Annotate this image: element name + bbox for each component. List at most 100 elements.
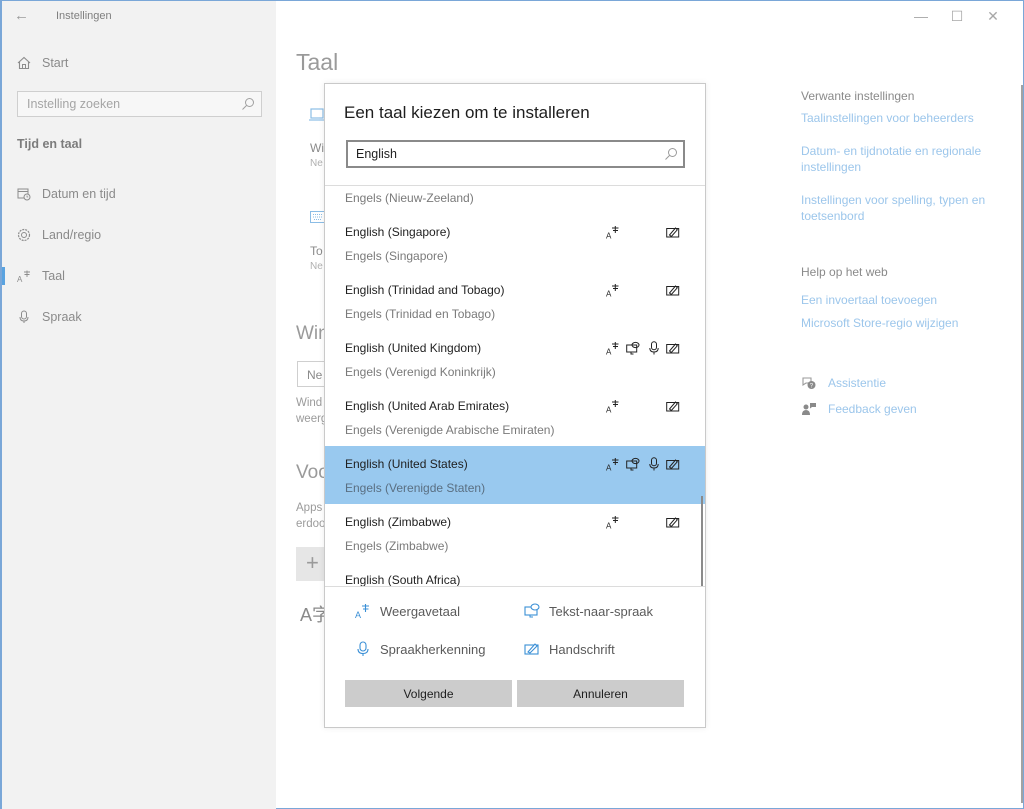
globe-icon — [16, 227, 32, 243]
language-native-name: Engels (Zimbabwe) — [345, 539, 449, 553]
related-settings: Verwante instellingen Taalinstellingen v… — [801, 89, 1006, 331]
titlebar: ← Instellingen — [14, 7, 112, 25]
feedback-icon — [802, 403, 816, 415]
link-spelling-typing-keyboard[interactable]: Instellingen voor spelling, typen en toe… — [801, 192, 1006, 224]
page-scrollbar[interactable] — [1021, 85, 1023, 803]
language-list-item[interactable]: English (New Zealand)Engels (Nieuw-Zeela… — [325, 186, 705, 214]
display-language-icon: A — [606, 341, 620, 357]
text-to-speech-icon — [626, 341, 640, 355]
language-list-item[interactable]: English (United Arab Emirates) Engels (Ve… — [325, 388, 705, 446]
language-list-item[interactable]: English (Singapore) Engels (Singapore) A — [325, 214, 705, 272]
link-admin-language-settings[interactable]: Taalinstellingen voor beheerders — [801, 110, 1006, 126]
chat-help-icon: ? — [802, 377, 816, 390]
language-native-name: Engels (Trinidad en Tobago) — [345, 307, 496, 321]
display-language-icon: A — [606, 399, 620, 415]
sidebar-item-spraak[interactable]: Spraak — [2, 303, 276, 331]
active-indicator — [2, 267, 5, 285]
dialog-title: Een taal kiezen om te installeren — [344, 103, 590, 122]
language-native-name: Engels (Nieuw-Zeeland) — [345, 191, 474, 205]
display-language-icon: A — [606, 225, 620, 241]
minimize-button[interactable]: — — [903, 7, 939, 25]
microphone-icon — [647, 457, 661, 471]
language-native-name: Engels (Verenigde Staten) — [345, 481, 486, 495]
language-search[interactable] — [346, 140, 685, 168]
legend-speech-recognition: Spraakherkenning — [355, 641, 486, 657]
svg-text:A: A — [606, 348, 612, 356]
choose-language-dialog: Een taal kiezen om te installeren Englis… — [324, 83, 706, 728]
language-list-item[interactable]: English (United States) Engels (Verenigde… — [325, 446, 705, 504]
maximize-button[interactable]: ☐ — [939, 7, 975, 25]
feedback-label: Feedback geven — [828, 402, 917, 416]
sidebar-item-label: Datum en tijd — [42, 187, 116, 201]
add-language-button[interactable]: + — [296, 547, 326, 581]
legend-label: Handschrift — [549, 641, 615, 657]
search-icon[interactable] — [241, 97, 255, 111]
language-list-items: English (New Zealand)Engels (Nieuw-Zeela… — [325, 186, 705, 587]
language-name: English (United States) — [345, 457, 468, 471]
handwriting-icon — [666, 225, 680, 239]
svg-text:A: A — [606, 290, 612, 298]
related-heading: Verwante instellingen — [801, 89, 915, 103]
language-name: English (Zimbabwe) — [345, 515, 452, 529]
language-native-name: Engels (Verenigd Koninkrijk) — [345, 365, 496, 379]
cancel-button[interactable]: Annuleren — [517, 680, 684, 707]
language-search-input[interactable] — [348, 142, 648, 166]
sidebar-item-start[interactable]: Start — [2, 49, 276, 77]
sidebar-item-label: Spraak — [42, 310, 82, 324]
sidebar-item-land-regio[interactable]: Land/regio — [2, 221, 276, 249]
legend-handwriting: Handschrift — [524, 641, 615, 657]
window-controls: — ☐ ✕ — [903, 7, 1011, 25]
assistance-link[interactable]: ? Assistentie — [801, 375, 886, 391]
keyboard-title: To — [310, 244, 323, 258]
handwriting-icon — [524, 643, 539, 655]
legend-label: Tekst-naar-spraak — [549, 603, 654, 619]
sidebar-item-label: Taal — [42, 269, 65, 283]
display-language-icon: A — [606, 457, 620, 473]
text-to-speech-icon — [626, 457, 640, 471]
handwriting-icon — [666, 399, 680, 413]
feedback-link[interactable]: Feedback geven — [801, 401, 917, 417]
windows-language-dropdown[interactable]: Ne — [297, 361, 327, 387]
windows-desc-line-1: Wind — [296, 397, 323, 409]
link-change-store-region[interactable]: Microsoft Store-regio wijzigen — [801, 315, 1006, 331]
link-date-time-regional[interactable]: Datum- en tijdnotatie en regionale inste… — [801, 143, 1006, 175]
language-list-item[interactable]: English (Zimbabwe) Engels (Zimbabwe) A — [325, 504, 705, 562]
help-heading: Help op het web — [801, 265, 888, 279]
sidebar-item-datum-en-tijd[interactable]: Datum en tijd — [2, 180, 276, 208]
microphone-icon — [647, 341, 661, 355]
language-native-name: Engels (Verenigde Arabische Emiraten) — [345, 423, 555, 437]
language-list-item[interactable]: English (South Africa) — [325, 562, 705, 587]
handwriting-icon — [666, 283, 680, 297]
display-language-icon: A — [355, 604, 369, 619]
svg-text:A: A — [606, 232, 612, 240]
close-button[interactable]: ✕ — [975, 7, 1011, 25]
svg-text:A: A — [606, 464, 612, 472]
language-name: English (South Africa) — [345, 573, 461, 587]
language-native-name: Engels (Singapore) — [345, 249, 448, 263]
language-list-item[interactable]: English (Trinidad and Tobago) Engels (Tri… — [325, 272, 705, 330]
settings-search[interactable] — [17, 91, 262, 117]
settings-window: ← Instellingen Start Tijd en taal Datum … — [0, 0, 1024, 809]
microphone-icon — [16, 309, 32, 325]
legend-display-language: A Weergavetaal — [355, 603, 460, 620]
handwriting-icon — [666, 341, 680, 355]
search-icon[interactable] — [664, 147, 678, 161]
feature-legend: A Weergavetaal Tekst-naar-spraak Spraakh… — [325, 589, 705, 669]
next-button[interactable]: Volgende — [345, 680, 512, 707]
sidebar-item-taal[interactable]: A Taal — [2, 262, 276, 290]
settings-search-input[interactable] — [18, 92, 228, 116]
svg-text:A: A — [606, 406, 612, 414]
calendar-clock-icon — [16, 186, 32, 202]
handwriting-icon — [666, 515, 680, 529]
link-add-input-language[interactable]: Een invoertaal toevoegen — [801, 292, 1006, 308]
section-heading: Tijd en taal — [17, 137, 83, 151]
language-list-scrollbar[interactable] — [701, 496, 703, 586]
language-list[interactable]: English (New Zealand)Engels (Nieuw-Zeela… — [325, 185, 705, 587]
display-language-icon: A — [606, 283, 620, 299]
language-name: English (United Kingdom) — [345, 341, 482, 355]
text-to-speech-icon — [524, 603, 540, 618]
back-arrow-icon[interactable]: ← — [14, 8, 30, 24]
language-list-item[interactable]: English (United Kingdom) Engels (Verenigd… — [325, 330, 705, 388]
page-title: Taal — [296, 49, 339, 75]
language-name: English (Trinidad and Tobago) — [345, 283, 505, 297]
